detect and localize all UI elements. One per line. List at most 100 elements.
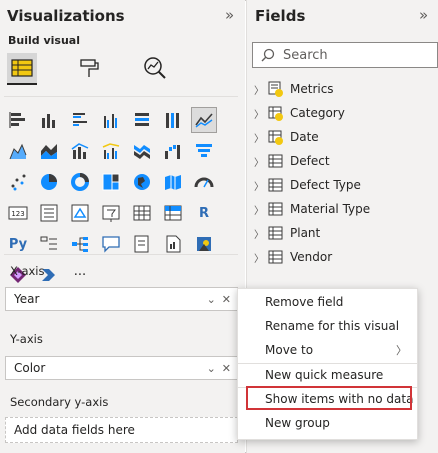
search-placeholder: Search xyxy=(283,47,328,63)
collapse-visualizations-icon[interactable]: » xyxy=(225,6,234,24)
field-table-defect[interactable]: 〉 Defect xyxy=(254,150,330,172)
multi-row-card-icon[interactable] xyxy=(37,201,61,225)
card-icon[interactable]: 123 xyxy=(6,201,30,225)
visualizations-title: Visualizations xyxy=(7,7,125,25)
pie-chart-icon[interactable] xyxy=(37,170,61,194)
fields-title: Fields xyxy=(255,7,306,25)
paint-roller-icon xyxy=(80,59,99,77)
table-icon[interactable] xyxy=(130,201,154,225)
line-and-stacked-column-icon[interactable] xyxy=(68,139,92,163)
scatter-chart-icon[interactable] xyxy=(6,170,30,194)
chevron-right-icon[interactable]: 〉 xyxy=(254,154,266,169)
line-and-clustered-column-icon[interactable] xyxy=(99,139,123,163)
chevron-right-icon[interactable]: 〉 xyxy=(254,106,266,121)
paginated-report-icon[interactable] xyxy=(161,232,185,256)
100-stacked-column-chart-icon[interactable] xyxy=(161,108,185,132)
field-table-label: Material Type xyxy=(290,202,371,216)
stacked-area-chart-icon[interactable] xyxy=(37,139,61,163)
table-icon xyxy=(268,202,283,216)
more-visuals-icon[interactable]: ··· xyxy=(68,263,92,287)
collapse-fields-icon[interactable]: » xyxy=(419,6,428,24)
calculator-table-icon xyxy=(268,81,283,97)
svg-text:123: 123 xyxy=(11,210,24,218)
waterfall-chart-icon[interactable] xyxy=(161,139,185,163)
python-visual-icon[interactable]: Py xyxy=(6,232,30,256)
chevron-right-icon[interactable]: 〉 xyxy=(254,202,266,217)
chevron-right-icon[interactable]: 〉 xyxy=(254,82,266,97)
table-icon xyxy=(268,154,283,168)
search-icon xyxy=(261,48,275,62)
field-table-plant[interactable]: 〉 Plant xyxy=(254,222,320,244)
yaxis-field-name: Color xyxy=(14,361,46,375)
analytics-tab[interactable] xyxy=(140,53,170,83)
field-table-metrics[interactable]: 〉 Metrics xyxy=(254,78,334,100)
gauge-icon[interactable] xyxy=(192,170,216,194)
divider xyxy=(4,96,238,97)
secondary-yaxis-drop-zone[interactable]: Add data fields here xyxy=(5,417,238,443)
r-visual-icon[interactable]: R xyxy=(192,201,216,225)
field-table-label: Defect Type xyxy=(290,178,361,192)
table-checked-icon xyxy=(268,130,283,145)
treemap-icon[interactable] xyxy=(99,170,123,194)
field-table-label: Vendor xyxy=(290,250,333,264)
stacked-column-chart-icon[interactable] xyxy=(37,108,61,132)
build-visual-label: Build visual xyxy=(8,34,80,47)
visualizations-pane: Visualizations » Build visual 123 R Py ·… xyxy=(0,0,245,453)
highlight-box xyxy=(246,386,412,410)
field-table-label: Plant xyxy=(290,226,321,240)
table-checked-icon xyxy=(268,106,283,121)
divider xyxy=(4,254,238,255)
field-table-material-type[interactable]: 〉 Material Type xyxy=(254,198,370,220)
donut-chart-icon[interactable] xyxy=(68,170,92,194)
chevron-right-icon[interactable]: 〉 xyxy=(254,178,266,193)
100-stacked-bar-chart-icon[interactable] xyxy=(130,108,154,132)
menu-item-move-to[interactable]: Move to 〉 xyxy=(238,338,417,362)
menu-item-new-quick-measure[interactable]: New quick measure xyxy=(238,363,417,387)
stacked-bar-chart-icon[interactable] xyxy=(6,108,30,132)
field-table-label: Date xyxy=(290,130,319,144)
menu-item-new-group[interactable]: New group xyxy=(238,411,417,435)
qa-icon[interactable] xyxy=(99,232,123,256)
field-table-label: Category xyxy=(290,106,345,120)
yaxis-field-pill[interactable]: Color ⌄ ✕ xyxy=(5,356,238,380)
area-chart-icon[interactable] xyxy=(6,139,30,163)
chevron-down-icon[interactable]: ⌄ xyxy=(207,362,216,375)
smart-narrative-icon[interactable] xyxy=(130,232,154,256)
chevron-right-icon[interactable]: 〉 xyxy=(254,226,266,241)
key-influencers-icon[interactable] xyxy=(37,232,61,256)
table-build-icon xyxy=(11,59,33,77)
matrix-icon[interactable] xyxy=(161,201,185,225)
menu-item-rename[interactable]: Rename for this visual xyxy=(238,314,417,338)
field-table-vendor[interactable]: 〉 Vendor xyxy=(254,246,332,268)
close-icon[interactable]: ✕ xyxy=(222,293,231,306)
line-chart-icon[interactable] xyxy=(191,107,217,133)
field-table-date[interactable]: 〉 Date xyxy=(254,126,319,148)
build-visual-tab[interactable] xyxy=(7,53,37,85)
close-icon[interactable]: ✕ xyxy=(222,362,231,375)
azure-map-icon[interactable] xyxy=(192,232,216,256)
field-table-label: Metrics xyxy=(290,82,334,96)
clustered-bar-chart-icon[interactable] xyxy=(68,108,92,132)
chevron-right-icon[interactable]: 〉 xyxy=(254,250,266,265)
funnel-chart-icon[interactable] xyxy=(192,139,216,163)
map-icon[interactable] xyxy=(130,170,154,194)
decomposition-tree-icon[interactable] xyxy=(68,232,92,256)
xaxis-label: X-axis xyxy=(10,264,45,278)
table-icon xyxy=(268,226,283,240)
slicer-icon[interactable] xyxy=(99,201,123,225)
format-visual-tab[interactable] xyxy=(74,53,104,83)
fields-search-input[interactable]: Search xyxy=(252,42,438,68)
ribbon-chart-icon[interactable] xyxy=(130,139,154,163)
filled-map-icon[interactable] xyxy=(161,170,185,194)
chevron-right-icon[interactable]: 〉 xyxy=(254,130,266,145)
table-icon xyxy=(268,178,283,192)
clustered-column-chart-icon[interactable] xyxy=(99,108,123,132)
magnifier-chart-icon xyxy=(144,57,166,79)
chevron-right-icon: 〉 xyxy=(396,344,407,357)
chevron-down-icon[interactable]: ⌄ xyxy=(207,293,216,306)
field-table-defect-type[interactable]: 〉 Defect Type xyxy=(254,174,361,196)
field-table-category[interactable]: 〉 Category xyxy=(254,102,345,124)
kpi-icon[interactable] xyxy=(68,201,92,225)
menu-item-remove-field[interactable]: Remove field xyxy=(238,290,417,314)
xaxis-field-pill[interactable]: Year ⌄ ✕ xyxy=(5,287,238,311)
